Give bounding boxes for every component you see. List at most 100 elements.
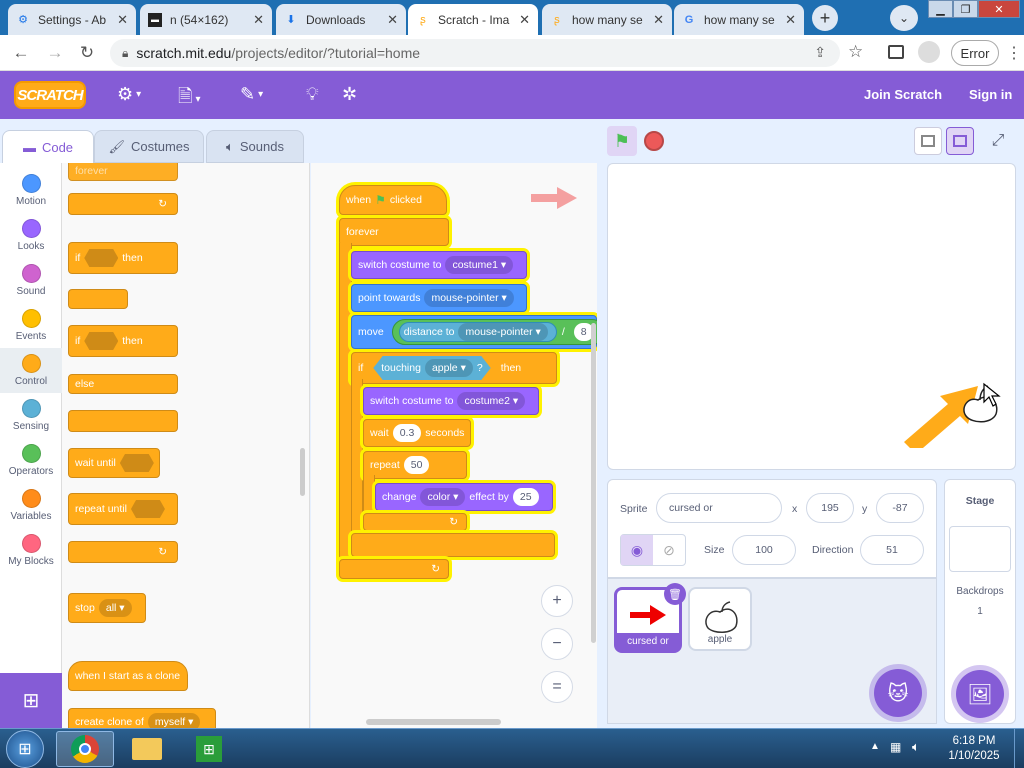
category-control[interactable]: Control	[0, 348, 62, 393]
small-stage-button[interactable]	[914, 127, 942, 155]
show-eye-icon[interactable]: ◉	[621, 535, 653, 565]
backdrop-thumbnail[interactable]	[949, 526, 1011, 572]
tab-settings[interactable]: ⚙ Settings - Ab ✕	[8, 4, 136, 35]
touching-predicate[interactable]: touching apple ▾?	[373, 356, 491, 380]
close-icon[interactable]: ✕	[387, 12, 398, 28]
distance-to-reporter[interactable]: distance to mouse-pointer ▾	[398, 322, 557, 342]
tab-downloads[interactable]: ⬇ Downloads ✕	[276, 4, 406, 35]
tab-sounds[interactable]: 🔈︎ Sounds	[206, 130, 304, 163]
costume-dropdown[interactable]: costume1 ▾	[445, 256, 514, 274]
volume-icon[interactable]: 🔈︎	[912, 739, 920, 755]
choose-backdrop-button[interactable]: 🖼︎	[956, 670, 1004, 718]
costume-dropdown[interactable]: costume2 ▾	[457, 392, 526, 410]
if-touching-block[interactable]: if touching apple ▾? then	[351, 352, 557, 384]
hide-eye-icon[interactable]: ⊘	[653, 535, 685, 565]
tray-chevron-icon[interactable]: ▲	[870, 741, 880, 752]
x-input[interactable]: 195	[806, 493, 854, 523]
category-variables[interactable]: Variables	[0, 483, 62, 528]
stop-dropdown[interactable]: all ▾	[98, 599, 132, 617]
tab-costumes[interactable]: 🖌︎ Costumes	[94, 130, 204, 163]
edit-menu[interactable]: ✎ ▾	[240, 84, 263, 105]
category-motion[interactable]: Motion	[0, 168, 62, 213]
back-button[interactable]: ←	[10, 43, 32, 63]
palette-block-stop[interactable]: stop all ▾	[68, 593, 146, 623]
script-area-hscrollbar[interactable]	[366, 719, 501, 725]
palette-forever-foot[interactable]: ↻	[68, 193, 178, 215]
size-input[interactable]: 100	[732, 535, 796, 565]
zoom-out-button[interactable]: −	[541, 628, 573, 660]
join-scratch-link[interactable]: Join Scratch	[864, 87, 942, 102]
touching-dropdown[interactable]: apple ▾	[424, 359, 473, 377]
kebab-menu-icon[interactable]: ⋮	[1006, 43, 1022, 63]
divide-operator[interactable]: distance to mouse-pointer ▾ / 8	[391, 319, 597, 345]
category-sensing[interactable]: Sensing	[0, 393, 62, 438]
add-extension-button[interactable]: ⊞	[0, 673, 62, 728]
tab-scratch-active[interactable]: ʂ Scratch - Ima ✕	[408, 4, 538, 35]
close-icon[interactable]: ✕	[117, 12, 128, 28]
zoom-reset-button[interactable]: =	[541, 671, 573, 703]
tab-image[interactable]: ▬ n (54×162) ✕	[140, 4, 272, 35]
category-sound[interactable]: Sound	[0, 258, 62, 303]
green-flag-button[interactable]: ⚑	[607, 126, 637, 156]
show-desktop-button[interactable]	[1014, 729, 1024, 768]
palette-block-clone-start[interactable]: when I start as a clone	[68, 661, 188, 691]
repeat-input[interactable]: 50	[403, 456, 430, 474]
script-area[interactable]: when ⚑ clicked forever switch costume to…	[311, 163, 597, 728]
tab-how-many-1[interactable]: ʂ how many se ✕	[542, 4, 672, 35]
palette-block-if-else[interactable]: if then	[68, 325, 178, 357]
palette-block-if-then[interactable]: if then	[68, 242, 178, 274]
palette-block-create-clone[interactable]: create clone of myself ▾	[68, 708, 216, 728]
taskbar-chrome[interactable]	[56, 731, 114, 767]
category-events[interactable]: Events	[0, 303, 62, 348]
when-flag-clicked-block[interactable]: when ⚑ clicked	[339, 185, 447, 215]
sprite-name-input[interactable]: cursed or	[656, 493, 782, 523]
sign-in-link[interactable]: Sign in	[969, 87, 1012, 102]
close-icon[interactable]: ✕	[519, 12, 530, 28]
minimize-button[interactable]: ▁	[928, 0, 953, 18]
settings-menu[interactable]: ⚙ ▾	[117, 84, 141, 105]
window-close-button[interactable]: ✕	[978, 0, 1020, 18]
close-icon[interactable]: ✕	[785, 12, 796, 28]
start-button[interactable]: ⊞	[6, 730, 44, 768]
direction-input[interactable]: 51	[860, 535, 924, 565]
taskbar-store[interactable]: ⊞	[180, 731, 238, 767]
category-looks[interactable]: Looks	[0, 213, 62, 258]
distance-dropdown[interactable]: mouse-pointer ▾	[458, 323, 548, 341]
stage-selector[interactable]: Stage Backdrops 1 🖼︎	[944, 479, 1016, 724]
forward-button[interactable]: →	[44, 43, 66, 63]
sprite-thumb-apple[interactable]: apple	[688, 587, 752, 651]
script-area-vscrollbar[interactable]	[591, 323, 596, 643]
scratch-logo[interactable]: SCRATCH	[14, 81, 86, 109]
point-towards-dropdown[interactable]: mouse-pointer ▾	[424, 289, 514, 307]
delete-sprite-button[interactable]: 🗑︎	[664, 583, 686, 605]
fullscreen-button[interactable]: ⤢	[984, 127, 1012, 155]
wait-seconds-block[interactable]: wait 0.3 seconds	[363, 419, 471, 447]
move-steps-block[interactable]: move distance to mouse-pointer ▾ / 8	[351, 315, 597, 349]
new-tab-button[interactable]: +	[812, 5, 838, 31]
taskbar-clock[interactable]: 6:18 PM 1/10/2025	[944, 734, 1004, 764]
effect-dropdown[interactable]: color ▾	[420, 488, 466, 506]
close-icon[interactable]: ✕	[653, 12, 664, 28]
normal-stage-button[interactable]	[946, 127, 974, 155]
restore-button[interactable]: ❐	[953, 0, 978, 18]
effect-input[interactable]: 25	[512, 488, 539, 506]
palette-block-wait-until[interactable]: wait until	[68, 448, 160, 478]
y-input[interactable]: -87	[876, 493, 924, 523]
taskbar-explorer[interactable]	[118, 731, 176, 767]
forever-block[interactable]: forever	[339, 218, 449, 246]
clone-dropdown[interactable]: myself ▾	[147, 713, 201, 728]
category-my-blocks[interactable]: My Blocks	[0, 528, 62, 573]
change-effect-block[interactable]: change color ▾ effect by 25	[375, 483, 553, 511]
share-icon[interactable]: ⇪	[814, 44, 826, 61]
stop-button[interactable]	[644, 131, 664, 151]
url-field[interactable]: 🔒︎ scratch.mit.edu/projects/editor/?tuto…	[110, 39, 840, 67]
tab-how-many-2[interactable]: G how many se ✕	[674, 4, 804, 35]
bookmark-star-icon[interactable]: ☆	[848, 42, 863, 62]
point-towards-block[interactable]: point towards mouse-pointer ▾	[351, 284, 527, 312]
profile-avatar[interactable]	[918, 41, 940, 63]
switch-costume-2-block[interactable]: switch costume to costume2 ▾	[363, 387, 539, 415]
reload-button[interactable]: ↻	[76, 43, 98, 63]
error-button[interactable]: Error	[951, 40, 999, 66]
file-menu[interactable]: 🗎︎ ▾	[178, 84, 201, 114]
palette-scrollbar[interactable]	[300, 448, 305, 496]
